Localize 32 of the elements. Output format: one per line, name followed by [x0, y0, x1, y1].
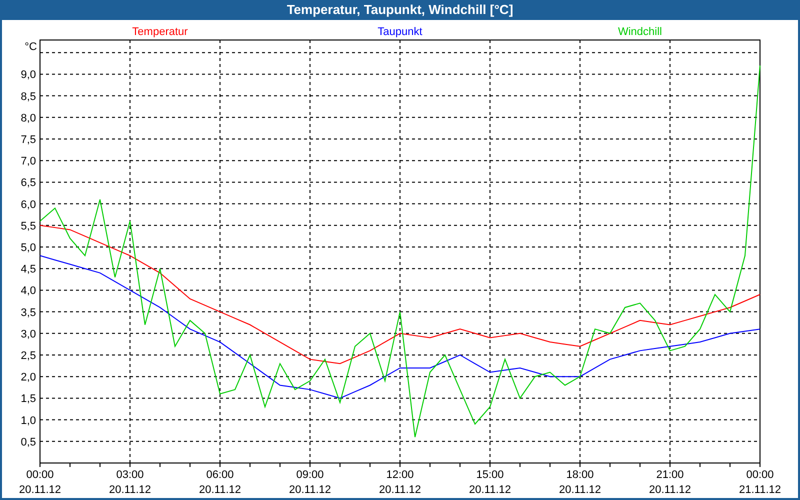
y-tick-label: 5,0 [20, 242, 36, 254]
y-tick-label: 2,0 [20, 372, 36, 384]
y-tick-label: 4,5 [20, 264, 36, 276]
y-axis-unit: °C [24, 41, 37, 53]
x-tick-label: 00:00 21.11.12 [739, 469, 781, 496]
x-tick-label: 12:00 20.11.12 [379, 469, 421, 496]
x-tick-label: 15:00 20.11.12 [469, 469, 511, 496]
y-tick-label: 7,0 [20, 156, 36, 168]
y-tick-label: 1,0 [20, 414, 36, 427]
y-tick-label: 2,5 [20, 350, 36, 362]
window-title: Temperatur, Taupunkt, Windchill [°C] [286, 1, 514, 20]
y-tick-label: 3,0 [20, 328, 36, 340]
x-tick-label: 21:00 20.11.12 [649, 469, 691, 496]
y-tick-label: 5,5 [20, 220, 36, 232]
legend-label: Temperatur [132, 26, 188, 38]
legend-label: Windchill [618, 26, 662, 38]
x-tick-label: 00:00 20.11.12 [19, 469, 61, 496]
y-tick-label: 0,5 [20, 436, 36, 448]
y-tick-label: 1,5 [20, 393, 36, 406]
y-tick-label: 4,0 [20, 285, 36, 298]
x-tick-label: 06:00 20.11.12 [199, 469, 241, 496]
legend-label: Taupunkt [378, 26, 422, 38]
y-tick-label: 6,0 [20, 198, 36, 211]
y-tick-label: 9,0 [20, 69, 36, 82]
x-tick-label: 09:00 20.11.12 [289, 469, 331, 496]
y-tick-label: 8,5 [20, 90, 36, 103]
y-tick-label: 6,5 [20, 177, 36, 190]
x-tick-label: 18:00 20.11.12 [559, 469, 601, 496]
y-tick-label: 7,5 [20, 134, 36, 146]
x-tick-label: 03:00 20.11.12 [109, 469, 151, 496]
y-tick-label: 8,0 [20, 112, 36, 124]
y-tick-label: 3,5 [20, 306, 36, 319]
